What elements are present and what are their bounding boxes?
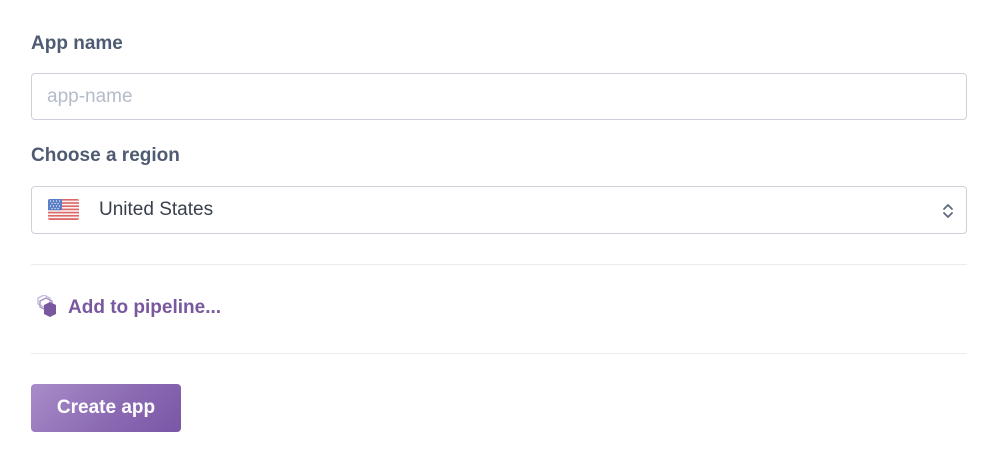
add-to-pipeline-link[interactable]: Add to pipeline...: [31, 294, 221, 322]
region-select[interactable]: United States: [31, 186, 967, 234]
add-to-pipeline-label: Add to pipeline...: [68, 297, 222, 318]
pipeline-hexagon-icon: [31, 294, 57, 321]
region-selected-value: United States: [99, 199, 214, 220]
select-arrows-icon: [942, 202, 954, 220]
create-app-button[interactable]: Create app: [31, 384, 181, 432]
region-label: Choose a region: [31, 145, 180, 166]
app-name-label: App name: [31, 33, 123, 54]
divider: [31, 264, 967, 265]
us-flag-icon: [48, 199, 79, 220]
create-app-form: App name Choose a region: [0, 0, 991, 449]
app-name-input[interactable]: [31, 73, 967, 120]
divider: [31, 353, 967, 354]
